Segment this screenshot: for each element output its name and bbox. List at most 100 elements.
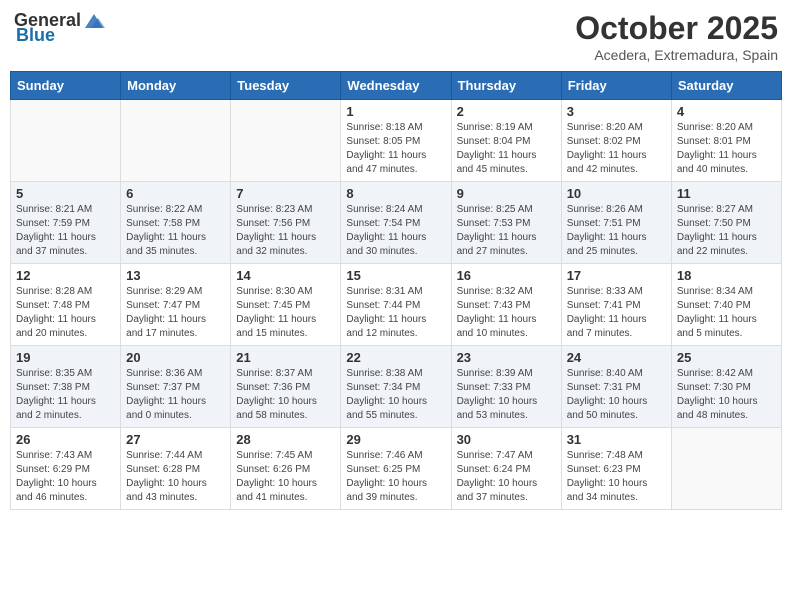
column-header-friday: Friday [561,72,671,100]
day-info-line: Daylight: 11 hours and 30 minutes. [346,231,445,259]
day-info-line: Sunrise: 8:35 AM [16,367,115,381]
day-number: 28 [236,432,335,447]
day-info-line: Sunset: 6:28 PM [126,463,225,477]
calendar-header-row: SundayMondayTuesdayWednesdayThursdayFrid… [11,72,782,100]
day-info-line: Sunrise: 8:26 AM [567,203,666,217]
day-info-line: Daylight: 11 hours and 42 minutes. [567,149,666,177]
calendar-cell: 14Sunrise: 8:30 AMSunset: 7:45 PMDayligh… [231,264,341,346]
calendar-cell: 15Sunrise: 8:31 AMSunset: 7:44 PMDayligh… [341,264,451,346]
calendar-cell [121,100,231,182]
day-info-line: Sunset: 6:26 PM [236,463,335,477]
day-info-line: Sunset: 7:45 PM [236,299,335,313]
day-info-line: Sunset: 7:44 PM [346,299,445,313]
day-number: 12 [16,268,115,283]
day-info-line: Sunrise: 8:19 AM [457,121,556,135]
day-info-line: Daylight: 11 hours and 20 minutes. [16,313,115,341]
calendar-cell: 19Sunrise: 8:35 AMSunset: 7:38 PMDayligh… [11,346,121,428]
calendar-cell: 2Sunrise: 8:19 AMSunset: 8:04 PMDaylight… [451,100,561,182]
day-info-line: Daylight: 10 hours and 58 minutes. [236,395,335,423]
logo-icon [83,12,105,30]
month-title: October 2025 [575,10,778,47]
logo-blue: Blue [16,25,55,46]
day-info-line: Daylight: 11 hours and 25 minutes. [567,231,666,259]
day-info-line: Sunset: 7:48 PM [16,299,115,313]
day-number: 19 [16,350,115,365]
calendar-cell: 18Sunrise: 8:34 AMSunset: 7:40 PMDayligh… [671,264,781,346]
day-info-line: Sunrise: 8:18 AM [346,121,445,135]
calendar-week-row: 5Sunrise: 8:21 AMSunset: 7:59 PMDaylight… [11,182,782,264]
calendar-cell: 23Sunrise: 8:39 AMSunset: 7:33 PMDayligh… [451,346,561,428]
day-number: 16 [457,268,556,283]
day-info-line: Sunset: 7:54 PM [346,217,445,231]
day-info-line: Daylight: 11 hours and 35 minutes. [126,231,225,259]
day-info-line: Sunset: 8:05 PM [346,135,445,149]
day-number: 29 [346,432,445,447]
day-info-line: Daylight: 11 hours and 10 minutes. [457,313,556,341]
day-number: 5 [16,186,115,201]
day-info-line: Daylight: 11 hours and 12 minutes. [346,313,445,341]
day-number: 7 [236,186,335,201]
day-info-line: Sunrise: 8:30 AM [236,285,335,299]
day-number: 24 [567,350,666,365]
location-subtitle: Acedera, Extremadura, Spain [575,47,778,63]
day-info-line: Sunrise: 7:45 AM [236,449,335,463]
calendar-cell: 11Sunrise: 8:27 AMSunset: 7:50 PMDayligh… [671,182,781,264]
calendar-cell: 12 Sunrise: 8:28 AMSunset: 7:48 PMDayligh… [11,264,121,346]
calendar-cell: 6Sunrise: 8:22 AMSunset: 7:58 PMDaylight… [121,182,231,264]
calendar-cell: 9Sunrise: 8:25 AMSunset: 7:53 PMDaylight… [451,182,561,264]
day-number: 4 [677,104,776,119]
calendar-cell: 4Sunrise: 8:20 AMSunset: 8:01 PMDaylight… [671,100,781,182]
day-number: 13 [126,268,225,283]
day-info-line: Sunset: 7:56 PM [236,217,335,231]
day-number: 15 [346,268,445,283]
day-info-line: Sunrise: 8:38 AM [346,367,445,381]
day-info-line: Sunrise: 8:20 AM [677,121,776,135]
day-info-line: Sunrise: 8:25 AM [457,203,556,217]
day-number: 8 [346,186,445,201]
day-info-line: Daylight: 10 hours and 43 minutes. [126,477,225,505]
column-header-tuesday: Tuesday [231,72,341,100]
calendar-cell: 28 Sunrise: 7:45 AMSunset: 6:26 PMDayligh… [231,428,341,510]
day-info-line: Daylight: 10 hours and 53 minutes. [457,395,556,423]
day-info-line: Daylight: 10 hours and 34 minutes. [567,477,666,505]
column-header-sunday: Sunday [11,72,121,100]
day-number: 6 [126,186,225,201]
day-info-line: Daylight: 11 hours and 47 minutes. [346,149,445,177]
calendar-cell: 20Sunrise: 8:36 AMSunset: 7:37 PMDayligh… [121,346,231,428]
day-number: 30 [457,432,556,447]
day-info-line: Sunrise: 8:23 AM [236,203,335,217]
day-number: 18 [677,268,776,283]
day-info-line: Sunset: 7:31 PM [567,381,666,395]
calendar-cell: 29Sunrise: 7:46 AMSunset: 6:25 PMDayligh… [341,428,451,510]
day-info-line: Daylight: 11 hours and 37 minutes. [16,231,115,259]
day-info-line: Sunrise: 8:34 AM [677,285,776,299]
day-info-line: Daylight: 11 hours and 45 minutes. [457,149,556,177]
calendar-week-row: 1Sunrise: 8:18 AMSunset: 8:05 PMDaylight… [11,100,782,182]
calendar-cell: 25Sunrise: 8:42 AMSunset: 7:30 PMDayligh… [671,346,781,428]
day-info-line: Sunset: 7:33 PM [457,381,556,395]
day-info-line: Sunset: 8:01 PM [677,135,776,149]
day-info-line: Daylight: 10 hours and 55 minutes. [346,395,445,423]
day-info-line: Sunset: 7:37 PM [126,381,225,395]
logo: General Blue [14,10,105,46]
day-info-line: Daylight: 10 hours and 48 minutes. [677,395,776,423]
day-number: 25 [677,350,776,365]
day-info-line: Sunrise: 8:28 AM [16,285,115,299]
calendar-week-row: 19Sunrise: 8:35 AMSunset: 7:38 PMDayligh… [11,346,782,428]
day-number: 20 [126,350,225,365]
day-info-line: Daylight: 10 hours and 41 minutes. [236,477,335,505]
column-header-thursday: Thursday [451,72,561,100]
day-info-line: Daylight: 10 hours and 50 minutes. [567,395,666,423]
day-info-line: Daylight: 11 hours and 5 minutes. [677,313,776,341]
day-info-line: Daylight: 11 hours and 0 minutes. [126,395,225,423]
day-info-line: Sunrise: 7:44 AM [126,449,225,463]
day-info-line: Sunset: 7:50 PM [677,217,776,231]
day-number: 26 [16,432,115,447]
calendar-cell: 16Sunrise: 8:32 AMSunset: 7:43 PMDayligh… [451,264,561,346]
day-info-line: Sunrise: 8:42 AM [677,367,776,381]
day-number: 22 [346,350,445,365]
day-info-line: Sunrise: 8:27 AM [677,203,776,217]
calendar-cell: 17Sunrise: 8:33 AMSunset: 7:41 PMDayligh… [561,264,671,346]
day-info-line: Sunset: 7:58 PM [126,217,225,231]
day-info-line: Daylight: 11 hours and 7 minutes. [567,313,666,341]
